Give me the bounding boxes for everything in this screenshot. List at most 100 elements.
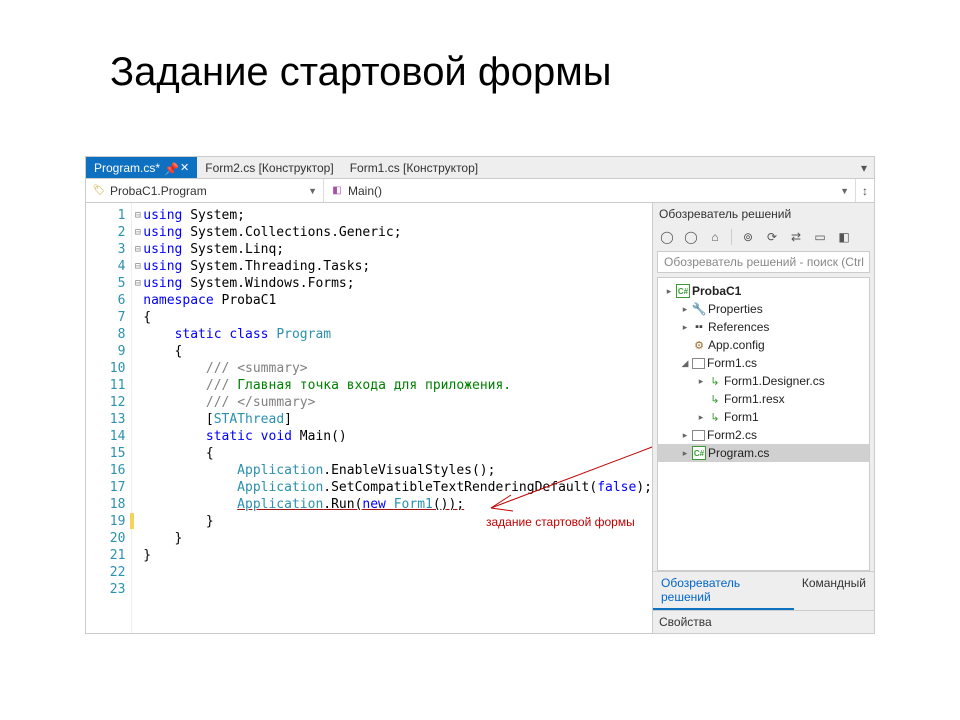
tree-node[interactable]: ▸C#ProbaC1 xyxy=(658,282,869,300)
code-area[interactable]: using System;using System.Collections.Ge… xyxy=(143,203,652,633)
forward-icon[interactable]: ◯ xyxy=(681,227,701,247)
solution-search-input[interactable]: Обозреватель решений - поиск (Ctrl xyxy=(657,251,870,273)
line-number: 15 xyxy=(86,445,125,462)
code-line[interactable]: static void Main() xyxy=(143,428,652,445)
expander-icon[interactable]: ◢ xyxy=(680,358,690,369)
code-line[interactable]: Application.EnableVisualStyles(); xyxy=(143,462,652,479)
fold-toggle[interactable]: ⊟ xyxy=(132,241,143,258)
code-line[interactable]: using System.Collections.Generic; xyxy=(143,224,652,241)
collapse-icon[interactable]: ⇄ xyxy=(786,227,806,247)
code-line[interactable]: /// </summary> xyxy=(143,394,652,411)
back-icon[interactable]: ◯ xyxy=(657,227,677,247)
tree-node[interactable]: ▸↳Form1 xyxy=(658,408,869,426)
sync-icon[interactable]: ⊚ xyxy=(738,227,758,247)
code-line[interactable]: { xyxy=(143,309,652,326)
tree-node[interactable]: ▸↳Form1.Designer.cs xyxy=(658,372,869,390)
fold-toggle[interactable]: ⊟ xyxy=(132,275,143,292)
code-line[interactable]: { xyxy=(143,445,652,462)
expander-icon[interactable]: ▸ xyxy=(696,412,706,423)
show-all-icon[interactable]: ▭ xyxy=(810,227,830,247)
line-number: 21 xyxy=(86,547,125,564)
tree-node[interactable]: ◢ Form1.cs xyxy=(658,354,869,372)
expander-icon[interactable]: ▸ xyxy=(696,376,706,387)
code-line[interactable]: } xyxy=(143,547,652,564)
solution-tree[interactable]: ▸C#ProbaC1▸🔧Properties▸▪▪References⚙App.… xyxy=(657,277,870,571)
code-line[interactable]: /// Главная точка входа для приложения. xyxy=(143,377,652,394)
solution-tab-team[interactable]: Командный xyxy=(794,572,874,610)
fold-toggle[interactable]: ⊟ xyxy=(132,207,143,224)
tree-node-label: Form1.Designer.cs xyxy=(724,374,825,388)
expander-icon[interactable]: ▸ xyxy=(680,430,690,441)
tree-node-label: Form1.cs xyxy=(707,356,757,370)
tree-node[interactable]: ↳Form1.resx xyxy=(658,390,869,408)
tab-label: Form1.cs [Конструктор] xyxy=(350,161,478,175)
close-icon[interactable]: ✕ xyxy=(180,161,189,174)
ref-icon: ▪▪ xyxy=(692,320,706,334)
form-icon xyxy=(692,358,705,369)
chevron-down-icon: ▼ xyxy=(308,186,317,196)
tab-label: Program.cs* xyxy=(94,161,160,175)
expander-icon[interactable]: ▸ xyxy=(680,448,690,459)
formchild-icon: ↳ xyxy=(708,374,722,388)
code-line[interactable]: { xyxy=(143,343,652,360)
tree-node-label: ProbaC1 xyxy=(692,284,741,298)
line-number: 23 xyxy=(86,581,125,598)
tree-node[interactable]: ▸Form2.cs xyxy=(658,426,869,444)
tree-node-label: References xyxy=(708,320,769,334)
tab-program-cs[interactable]: Program.cs* 📌 ✕ xyxy=(86,157,197,178)
code-line[interactable]: using System.Linq; xyxy=(143,241,652,258)
tree-node[interactable]: ▸▪▪References xyxy=(658,318,869,336)
expander-icon[interactable]: ▸ xyxy=(680,322,690,333)
line-number: 19 xyxy=(86,513,125,530)
tree-node[interactable]: ▸🔧Properties xyxy=(658,300,869,318)
line-number: 3 xyxy=(86,241,125,258)
code-line[interactable]: using System.Windows.Forms; xyxy=(143,275,652,292)
expander-icon[interactable]: ▸ xyxy=(680,304,690,315)
code-line[interactable]: using System; xyxy=(143,207,652,224)
tree-node-label: Form1 xyxy=(724,410,759,424)
code-line[interactable]: Application.SetCompatibleTextRenderingDe… xyxy=(143,479,652,496)
refresh-icon[interactable]: ⟳ xyxy=(762,227,782,247)
line-number: 10 xyxy=(86,360,125,377)
expander-icon[interactable]: ▸ xyxy=(664,286,674,297)
code-line[interactable]: Application.Run(new Form1()); xyxy=(143,496,652,513)
formchild-icon: ↳ xyxy=(708,392,722,406)
fold-toggle[interactable]: ⊟ xyxy=(132,224,143,241)
line-number: 8 xyxy=(86,326,125,343)
code-editor[interactable]: 1234567891011121314151617181920212223 ⊟⊟… xyxy=(86,203,652,633)
editor-tab-strip: Program.cs* 📌 ✕ Form2.cs [Конструктор] F… xyxy=(86,157,874,179)
nav-dropdown-bar: 🏷 ProbaC1.Program ▼ ◧ Main() ▼ ↕ xyxy=(86,179,874,203)
nav-member-dropdown[interactable]: ◧ Main() ▼ xyxy=(324,179,856,202)
code-line[interactable]: /// <summary> xyxy=(143,360,652,377)
solution-tab-strip: Обозреватель решений Командный xyxy=(653,571,874,610)
solution-tab-explorer[interactable]: Обозреватель решений xyxy=(653,572,794,610)
fold-gutter[interactable]: ⊟⊟⊟⊟⊟ xyxy=(132,203,143,633)
code-line[interactable]: [STAThread] xyxy=(143,411,652,428)
properties-icon[interactable]: ◧ xyxy=(834,227,854,247)
line-number: 1 xyxy=(86,207,125,224)
code-line[interactable]: static class Program xyxy=(143,326,652,343)
fold-toggle[interactable]: ⊟ xyxy=(132,258,143,275)
tree-node[interactable]: ⚙App.config xyxy=(658,336,869,354)
tab-label: Form2.cs [Конструктор] xyxy=(205,161,333,175)
split-icon[interactable]: ↕ xyxy=(856,179,874,202)
tab-form2[interactable]: Form2.cs [Конструктор] xyxy=(197,157,341,178)
home-icon[interactable]: ⌂ xyxy=(705,227,725,247)
line-number: 22 xyxy=(86,564,125,581)
line-number: 20 xyxy=(86,530,125,547)
tab-overflow-icon[interactable]: ▾ xyxy=(854,157,874,178)
tree-node[interactable]: ▸C#Program.cs xyxy=(658,444,869,462)
editor-body: 1234567891011121314151617181920212223 ⊟⊟… xyxy=(86,203,874,633)
code-line[interactable]: namespace ProbaC1 xyxy=(143,292,652,309)
cs-icon: C# xyxy=(676,284,690,298)
code-line[interactable]: using System.Threading.Tasks; xyxy=(143,258,652,275)
line-number: 14 xyxy=(86,428,125,445)
line-number: 4 xyxy=(86,258,125,275)
toolbar-separator xyxy=(731,229,732,245)
tab-form1[interactable]: Form1.cs [Конструктор] xyxy=(342,157,486,178)
line-number: 2 xyxy=(86,224,125,241)
chevron-down-icon: ▼ xyxy=(840,186,849,196)
code-line[interactable]: } xyxy=(143,530,652,547)
nav-scope-dropdown[interactable]: 🏷 ProbaC1.Program ▼ xyxy=(86,179,324,202)
line-number: 5 xyxy=(86,275,125,292)
